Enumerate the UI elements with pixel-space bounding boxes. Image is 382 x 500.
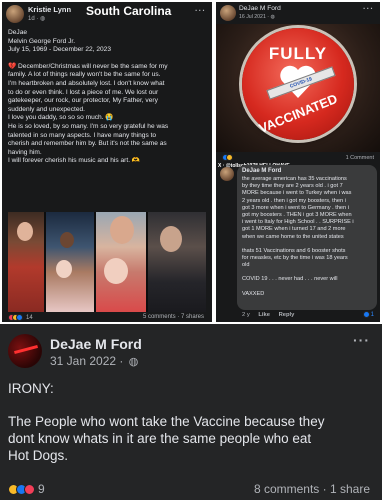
comment-line: old <box>242 262 250 269</box>
reactions-summary[interactable]: 9 <box>8 482 45 496</box>
more-menu-icon[interactable]: ··· <box>353 332 370 348</box>
comment-line: got my boosters . THEN i got 3 MORE when <box>242 212 352 219</box>
post-kristie-lynn: Kristie Lynn 1d · ◍ South Carolina ··· D… <box>2 2 212 322</box>
comment-line: the average american has 35 vaccinations <box>242 176 347 182</box>
text-line: dont know whats in it are the same peopl… <box>8 431 312 446</box>
comment-line: COVID 19 . . . never had . . . never wil… <box>242 276 338 283</box>
reaction-count: 14 <box>26 315 33 322</box>
comment-avatar[interactable] <box>220 167 234 181</box>
post-text: IRONY: The People who wont take the Vacci… <box>8 380 376 464</box>
photo-collage[interactable] <box>8 212 206 312</box>
comment-line: i went to Italy for High School . . SURP… <box>242 219 354 226</box>
post-time-label: 16 Jul 2021 · <box>239 14 271 20</box>
comment-text: the average american has 35 vaccinations… <box>242 176 372 298</box>
comment-line: for measles, etc by the time i was 18 ye… <box>242 255 348 262</box>
photo-1[interactable] <box>8 212 44 312</box>
badge-top-text: FULLY <box>268 44 328 63</box>
post-image[interactable]: FULLY COVID-19 VACCINATED X · @tollsch19… <box>216 24 380 169</box>
face <box>160 226 182 252</box>
avatar[interactable] <box>220 5 236 21</box>
author-name[interactable]: DeJae M Ford <box>239 5 281 12</box>
comment-author[interactable]: DeJae M Ford <box>242 168 372 174</box>
reactions-summary[interactable]: 14 <box>8 314 33 321</box>
comment-count[interactable]: 1 Comment <box>346 155 374 161</box>
post-time-label: 31 Jan 2022 · <box>50 354 127 368</box>
comment-line: thats 51 Vaccinations and 6 booster shot… <box>242 247 346 254</box>
body-line: He is so loved, by so many. I'm so very … <box>8 122 169 130</box>
comment-bubble: DeJae M Ford the average american has 35… <box>237 165 377 310</box>
body-line: having him. <box>8 148 42 156</box>
reaction-count: 9 <box>38 482 45 496</box>
comment-actions: 2 y Like Reply <box>242 312 294 318</box>
text-line: IRONY: <box>8 381 54 396</box>
body-line: July 15, 1969 - December 22, 2023 <box>8 46 111 54</box>
text-line: The People who wont take the Vaccine bec… <box>8 414 325 429</box>
comment-time: 2 y <box>242 312 250 318</box>
body-line: DeJae <box>8 29 28 36</box>
comment-line: VAXXED <box>242 290 265 297</box>
author-name[interactable]: Kristie Lynn <box>28 5 71 14</box>
post-time[interactable]: 31 Jan 2022 · ◍ <box>50 354 138 368</box>
comment-line: 2 years old . then i got my boosters, th… <box>242 197 346 204</box>
comment-reply-button[interactable]: Reply <box>279 312 295 318</box>
body-line: I'm heartbroken and absolutely lost. I d… <box>8 79 165 87</box>
post-header: Kristie Lynn 1d · ◍ South Carolina ··· <box>2 2 212 26</box>
globe-icon: ◍ <box>128 356 139 368</box>
haha-reaction-icon <box>226 154 233 161</box>
avatar[interactable] <box>8 334 42 368</box>
post-time[interactable]: 1d · ◍ <box>28 15 45 22</box>
like-reaction-icon <box>362 311 370 318</box>
comment-line: when we came home to the united states <box>242 233 344 240</box>
body-line: I love you daddy, so so so much. 😭 <box>8 114 114 122</box>
post-time[interactable]: 16 Jul 2021 · ◍ <box>239 14 275 20</box>
comment-like-button[interactable]: Like <box>258 312 270 318</box>
reactions-summary[interactable] <box>222 154 233 161</box>
more-menu-icon[interactable]: ··· <box>195 6 206 15</box>
face <box>56 260 72 278</box>
comments-shares[interactable]: 8 comments · 1 share <box>254 482 370 496</box>
face <box>110 216 134 244</box>
comment-line: MORE because i went to Turkey when i was <box>242 190 352 197</box>
state-overlay-text: South Carolina <box>86 4 172 18</box>
comment-line: got 1 MORE when i turned 17 and 2 more <box>242 226 346 233</box>
avatar[interactable] <box>6 5 24 23</box>
more-menu-icon[interactable]: ··· <box>363 4 374 13</box>
avatar-detail <box>14 344 38 355</box>
face <box>60 232 74 248</box>
comment-reactions[interactable]: 1 <box>362 311 374 319</box>
comments-shares[interactable]: 5 comments · 7 shares <box>143 314 204 320</box>
body-line: I will forever cherish his music and his… <box>8 157 141 165</box>
body-line: talented in so many aspects. I have many… <box>8 131 157 139</box>
face <box>104 258 128 284</box>
fully-vaccinated-badge: FULLY COVID-19 VACCINATED <box>242 28 354 140</box>
post-dejae-vaccinated: DeJae M Ford 16 Jul 2021 · ◍ ··· FULLY C… <box>216 2 380 322</box>
comment-line: by they time they are 2 years old . i go… <box>242 183 343 190</box>
photo-3[interactable] <box>96 212 146 312</box>
photo-4[interactable] <box>148 212 206 312</box>
like-reaction-icon <box>16 314 23 321</box>
text-line: Hot Dogs. <box>8 448 69 463</box>
body-line: cherish and remember him by. But it's no… <box>8 140 167 148</box>
body-line: gatekeeper, our rock, our protector, My … <box>8 97 158 105</box>
post-body: DeJae Melvin George Ford Jr. July 15, 1969… <box>8 29 208 166</box>
globe-icon: ◍ <box>270 14 275 20</box>
face <box>17 222 33 241</box>
photo-2[interactable] <box>46 212 94 312</box>
body-line: to do or even think. I lost a piece of m… <box>8 88 159 96</box>
body-line: 💔 December/Christmas will never be the s… <box>8 62 168 70</box>
post-time-label: 1d · <box>28 16 41 22</box>
post-dejae-irony: DeJae M Ford 31 Jan 2022 · ◍ ··· IRONY: T… <box>0 324 382 500</box>
comment-line: got 3 more when i went to Germany . then… <box>242 204 349 211</box>
body-line: family. A lot of things really won't be … <box>8 71 161 79</box>
globe-icon: ◍ <box>40 16 46 22</box>
heart-reaction-icon <box>24 484 35 496</box>
author-name[interactable]: DeJae M Ford <box>50 336 142 352</box>
body-line: Melvin George Ford Jr. <box>8 37 76 45</box>
comment-reaction-count: 1 <box>370 312 374 319</box>
